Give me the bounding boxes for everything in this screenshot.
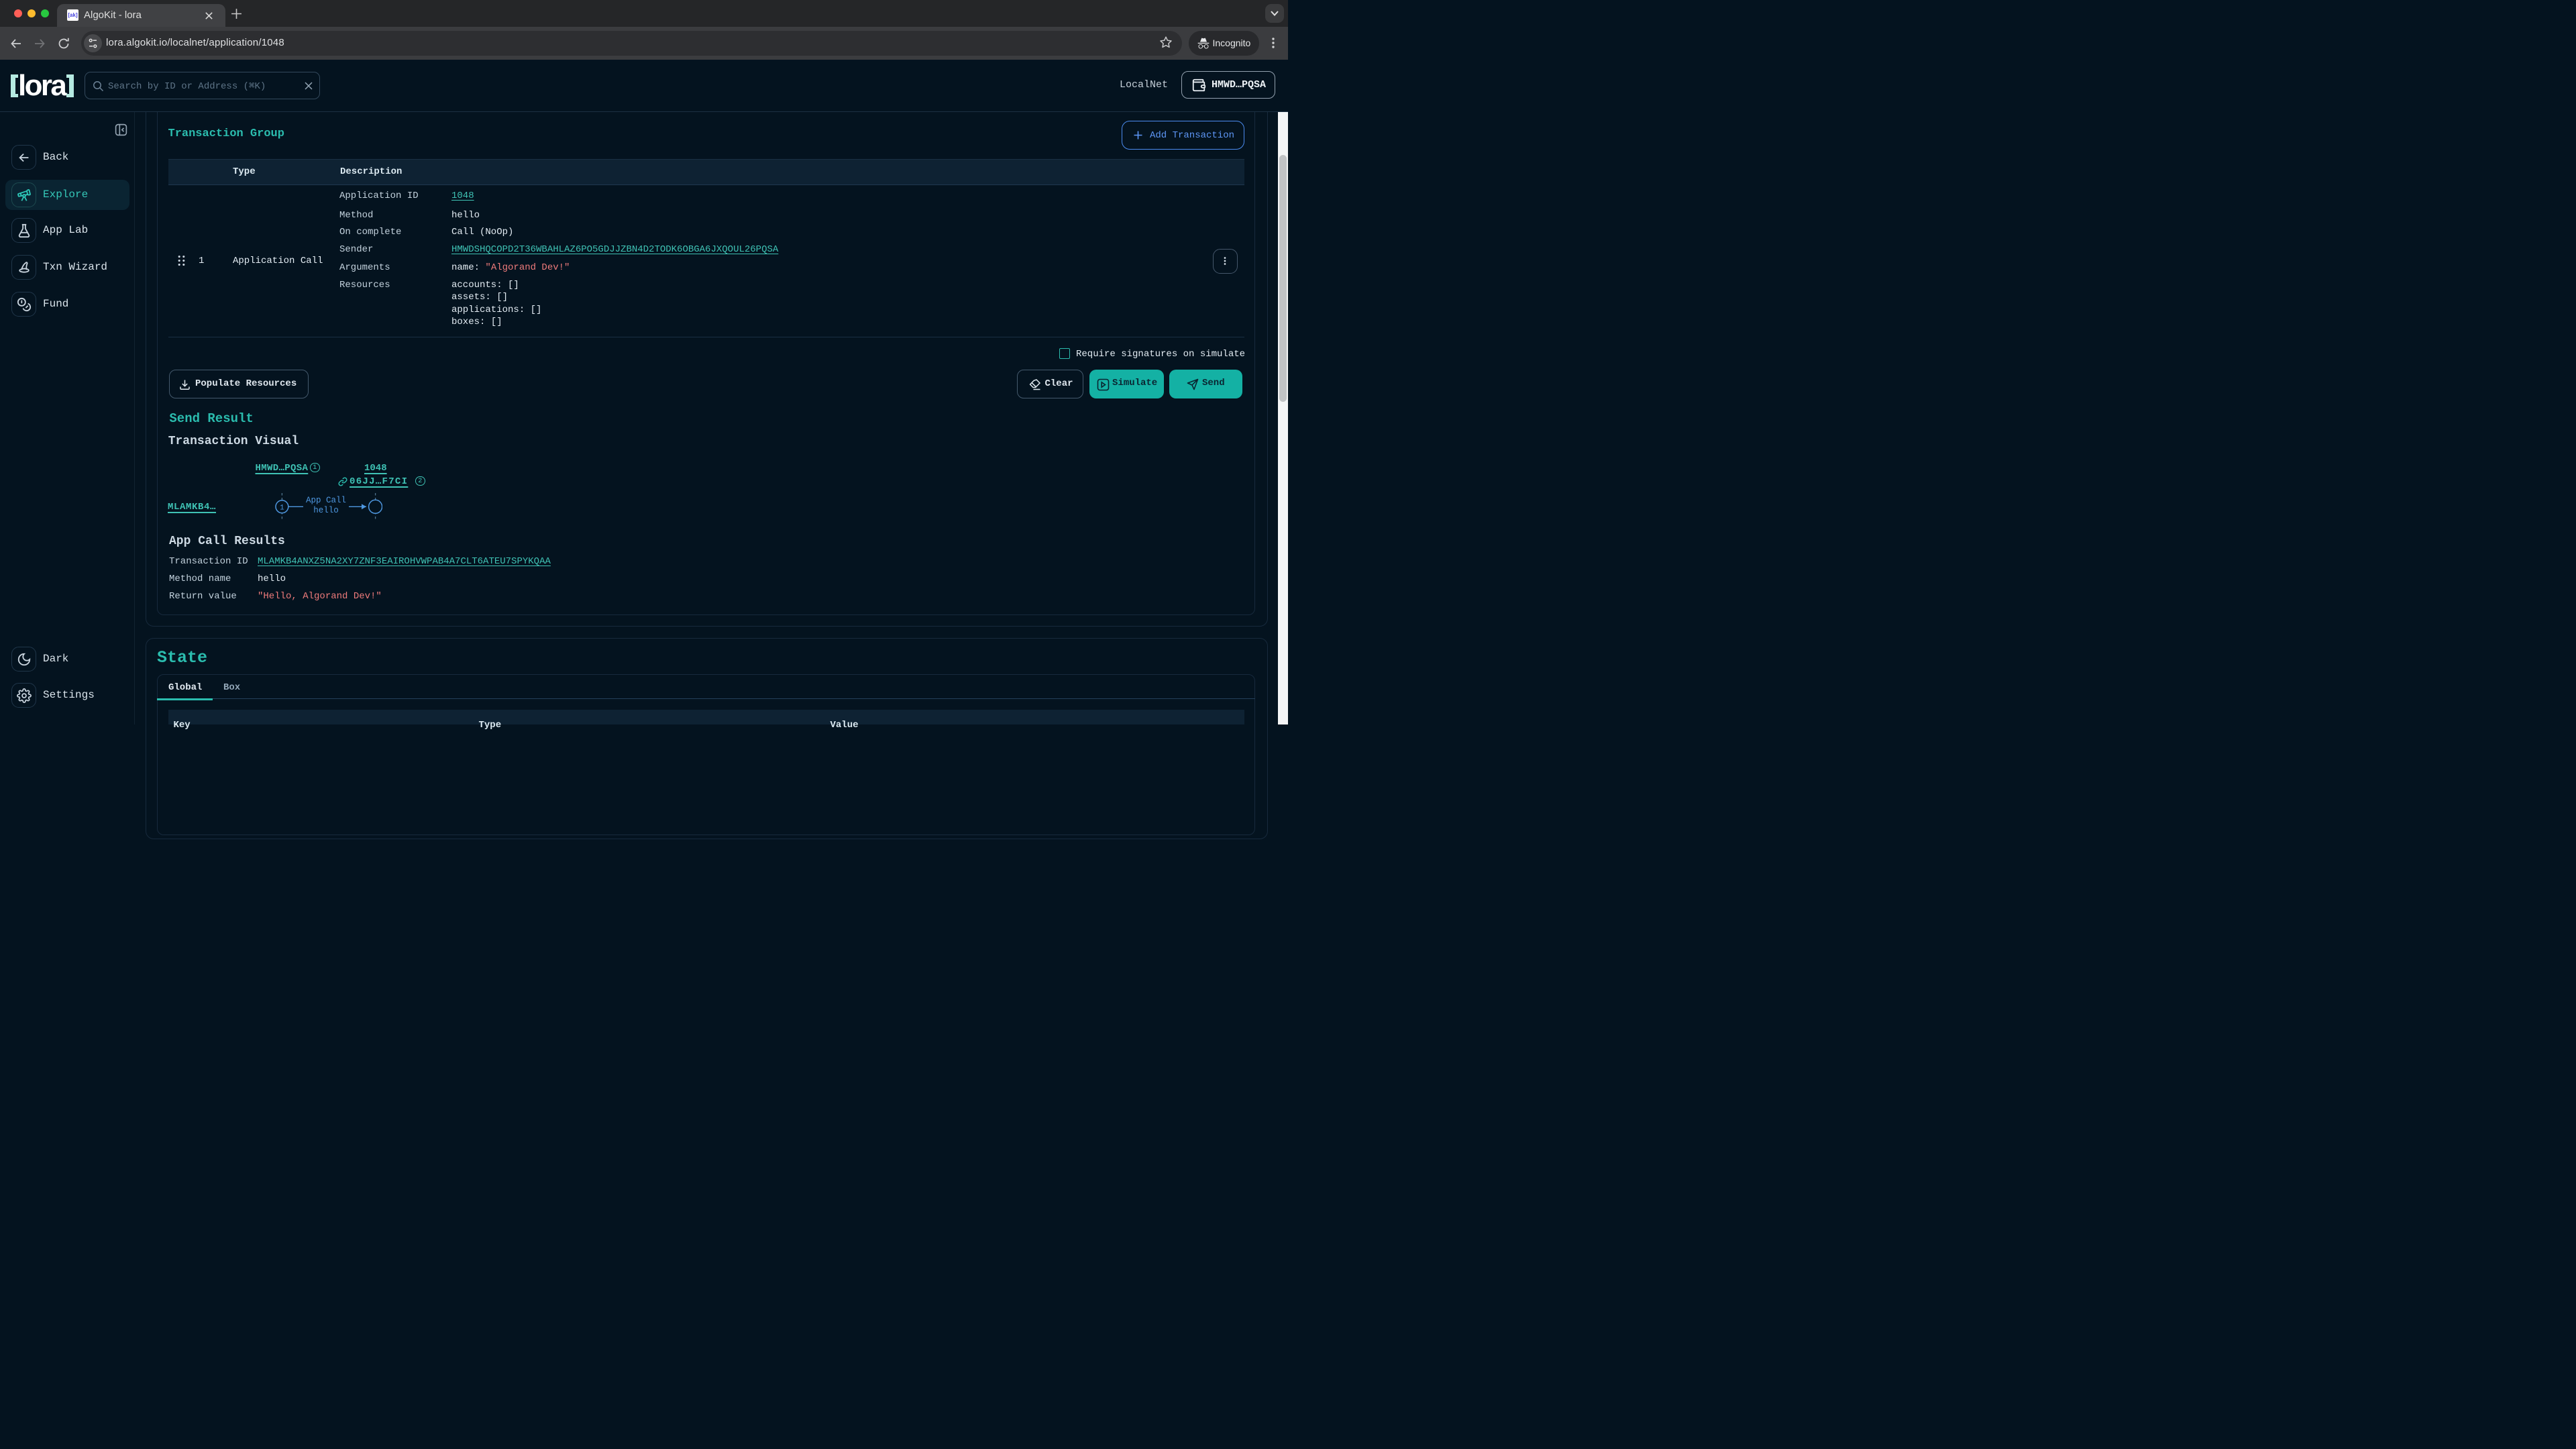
- svg-text:1: 1: [280, 504, 284, 512]
